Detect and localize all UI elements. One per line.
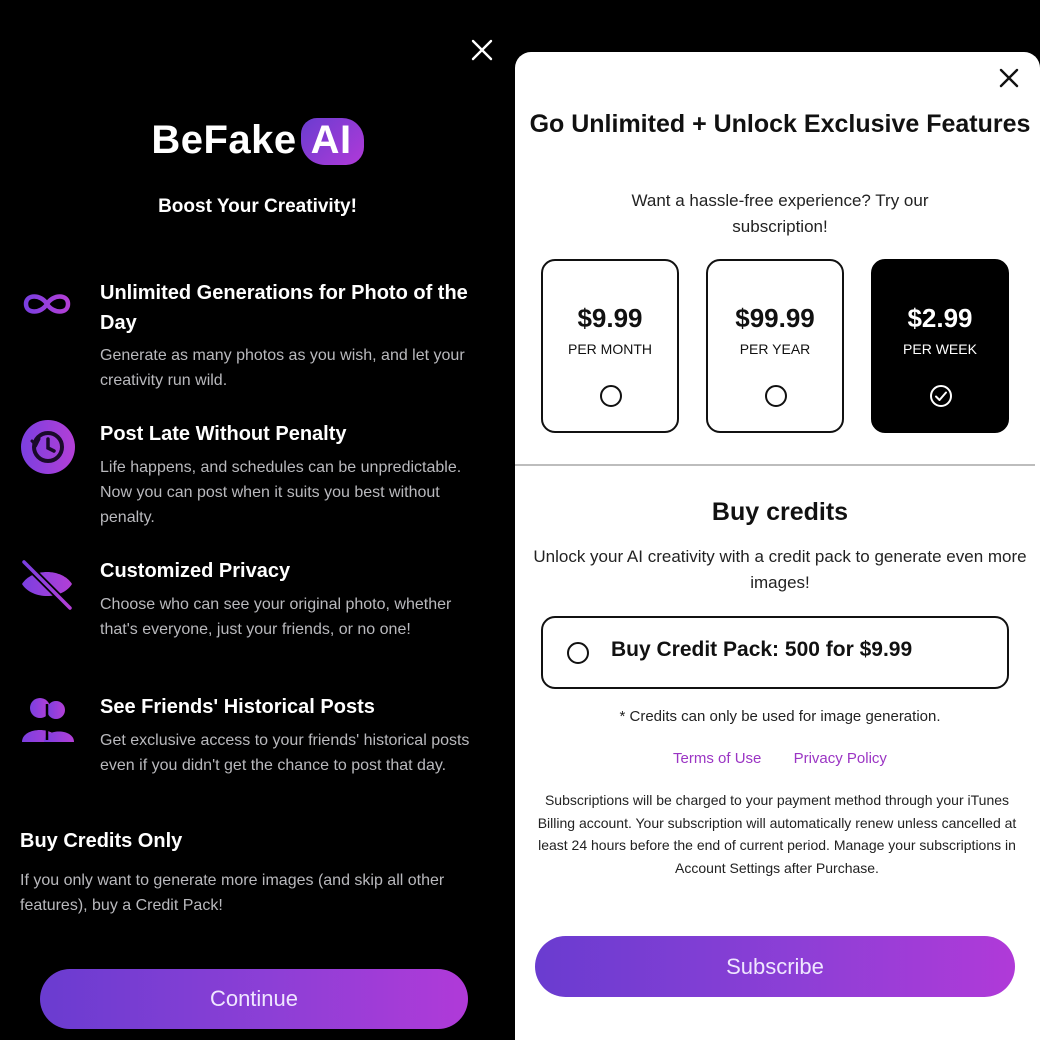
plan-monthly[interactable]: $9.99 PER MONTH bbox=[541, 259, 679, 433]
infinity-icon bbox=[23, 294, 71, 314]
subscription-title: Go Unlimited + Unlock Exclusive Features bbox=[529, 110, 1031, 138]
left-paywall-panel: BeFake AI Boost Your Creativity! Unlimite… bbox=[0, 0, 515, 1040]
friends-icon bbox=[22, 698, 74, 742]
terms-of-use-link[interactable]: Terms of Use bbox=[673, 750, 761, 767]
credits-only-description: If you only want to generate more images… bbox=[20, 872, 445, 914]
plan-yearly[interactable]: $99.99 PER YEAR bbox=[706, 259, 844, 433]
brand-ai-badge: AI bbox=[300, 118, 364, 165]
eye-off-icon bbox=[21, 559, 73, 611]
subscription-subtitle: Want a hassle-free experience? Try our s… bbox=[631, 191, 929, 236]
privacy-policy-link[interactable]: Privacy Policy bbox=[794, 750, 887, 767]
plan-period: PER WEEK bbox=[903, 341, 977, 357]
subscription-sheet: Go Unlimited + Unlock Exclusive Features… bbox=[515, 52, 1040, 1040]
plan-price: $99.99 bbox=[735, 303, 815, 333]
close-icon[interactable] bbox=[468, 36, 496, 64]
brand-name: BeFake bbox=[151, 118, 297, 162]
close-icon[interactable] bbox=[997, 66, 1021, 90]
radio-unselected-icon[interactable] bbox=[600, 385, 622, 407]
feature-title: See Friends' Historical Posts bbox=[100, 696, 375, 718]
feature-description: Life happens, and schedules can be unpre… bbox=[100, 459, 462, 526]
feature-description: Get exclusive access to your friends' hi… bbox=[100, 732, 470, 774]
feature-title: Unlimited Generations for Photo of the D… bbox=[100, 282, 468, 334]
section-divider bbox=[515, 464, 1035, 466]
radio-checked-icon[interactable] bbox=[930, 385, 952, 407]
credits-title: Buy credits bbox=[711, 498, 849, 526]
legal-links: Terms of Use Privacy Policy bbox=[515, 750, 1040, 767]
continue-button[interactable]: Continue bbox=[40, 969, 468, 1029]
tagline: Boost Your Creativity! bbox=[158, 196, 357, 217]
feature-description: Choose who can see your original photo, … bbox=[100, 596, 452, 638]
credits-only-title: Buy Credits Only bbox=[20, 830, 183, 852]
radio-unselected-icon[interactable] bbox=[567, 642, 589, 664]
radio-unselected-icon[interactable] bbox=[765, 385, 787, 407]
subscribe-button[interactable]: Subscribe bbox=[535, 936, 1015, 997]
clock-rewind-icon bbox=[21, 420, 75, 474]
feature-title: Customized Privacy bbox=[100, 560, 291, 582]
plan-period: PER MONTH bbox=[568, 341, 652, 357]
feature-description: Generate as many photos as you wish, and… bbox=[100, 347, 465, 389]
plan-price: $9.99 bbox=[577, 303, 643, 333]
credits-description: Unlock your AI creativity with a credit … bbox=[533, 547, 1027, 592]
subscription-legal-text: Subscriptions will be charged to your pa… bbox=[537, 792, 1017, 876]
credit-pack-option[interactable]: Buy Credit Pack: 500 for $9.99 bbox=[541, 616, 1009, 689]
feature-title: Post Late Without Penalty bbox=[100, 423, 347, 445]
plan-period: PER YEAR bbox=[739, 341, 811, 357]
brand-logo: BeFake AI bbox=[0, 118, 515, 165]
plan-price: $2.99 bbox=[907, 303, 973, 333]
credits-note: * Credits can only be used for image gen… bbox=[619, 708, 941, 725]
credit-pack-label: Buy Credit Pack: 500 for $9.99 bbox=[611, 638, 913, 661]
plan-weekly[interactable]: $2.99 PER WEEK bbox=[871, 259, 1009, 433]
